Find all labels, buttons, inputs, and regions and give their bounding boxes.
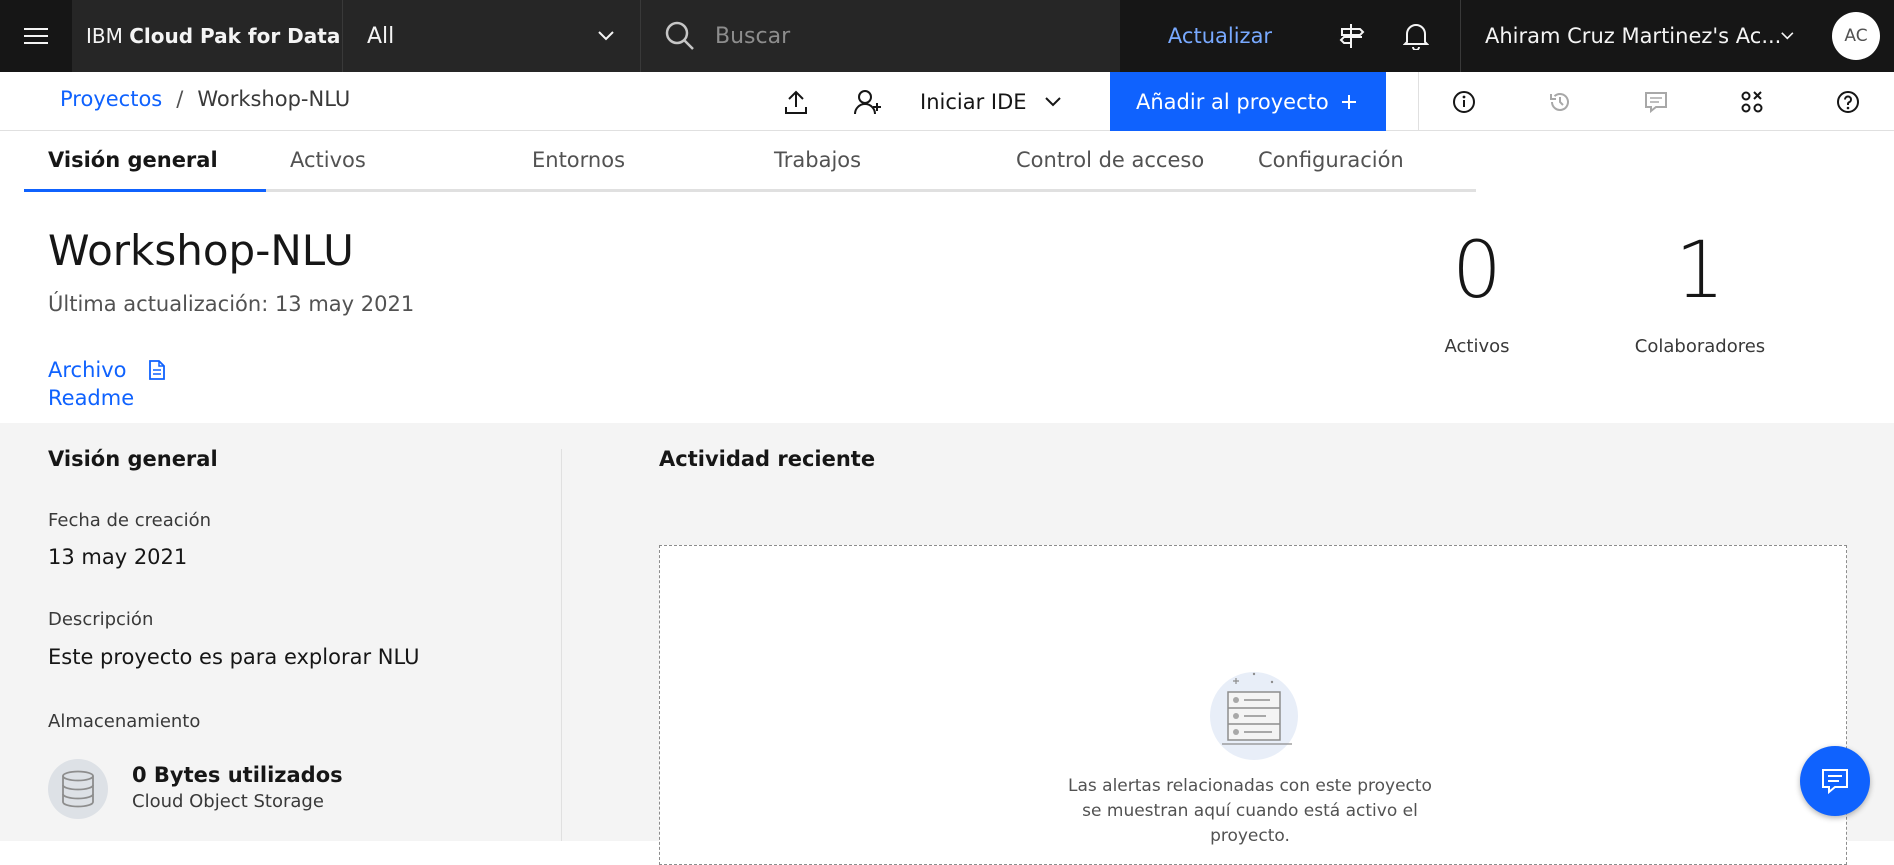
comment-icon [1645, 91, 1667, 113]
launch-ide-label: Iniciar IDE [920, 89, 1027, 114]
brand-prefix: IBM [86, 24, 123, 48]
readme-link[interactable]: Readme [48, 386, 134, 410]
tab-settings[interactable]: Configuración [1234, 131, 1476, 192]
info-icon [1453, 90, 1475, 113]
assets-count: 0 [1452, 226, 1502, 316]
created-date-label: Fecha de creación [48, 510, 212, 531]
recent-activity-empty-state: Las alertas relacionadas con este proyec… [659, 545, 1847, 865]
product-brand[interactable]: IBM Cloud Pak for Data [72, 0, 342, 72]
file-link[interactable]: Archivo [48, 358, 165, 382]
description-label: Descripción [48, 609, 154, 630]
apps-icon [1741, 90, 1763, 112]
history-button[interactable] [1524, 72, 1596, 131]
created-date-value: 13 may 2021 [48, 545, 188, 569]
avatar: AC [1832, 12, 1880, 60]
tab-access-control[interactable]: Control de acceso [992, 131, 1234, 192]
search-placeholder: Buscar [715, 23, 791, 49]
add-collaborator-button[interactable] [832, 72, 904, 131]
description-value: Este proyecto es para explorar NLU [48, 645, 420, 669]
launch-ide-dropdown[interactable]: Iniciar IDE [920, 72, 1061, 131]
chat-support-button[interactable] [1800, 746, 1870, 816]
assets-stat[interactable]: 0 Activos [1367, 226, 1587, 357]
project-tabs: Visión general Activos Entornos Trabajos… [24, 131, 1476, 192]
collaborators-stat[interactable]: 1 Colaboradores [1590, 226, 1810, 357]
file-link-label: Archivo [48, 358, 127, 382]
assets-stat-label: Activos [1444, 336, 1510, 357]
search-icon [665, 21, 694, 50]
add-to-project-label: Añadir al proyecto [1136, 89, 1329, 114]
empty-message-line-2: se muestran aquí cuando está activo el [1082, 801, 1418, 821]
menu-icon [24, 28, 48, 44]
project-toolbar: Proyectos / Workshop-NLU Iniciar IDE Aña… [0, 72, 1894, 131]
storage-type: Cloud Object Storage [132, 791, 324, 812]
upgrade-link[interactable]: Actualizar [1120, 0, 1320, 72]
hamburger-menu-button[interactable] [0, 0, 72, 72]
overview-heading: Visión general [48, 447, 218, 471]
breadcrumb-current: Workshop-NLU [197, 87, 351, 111]
toolbar-divider [1418, 72, 1419, 131]
document-icon [148, 360, 165, 380]
signpost-icon [1339, 24, 1365, 48]
chevron-down-icon [1044, 96, 1061, 106]
chevron-down-icon [1781, 32, 1794, 40]
empty-message-line-3: proyecto. [1210, 826, 1290, 846]
account-name: Ahiram Cruz Martinez's Ac... [1485, 24, 1782, 48]
empty-activity-message: Las alertas relacionadas con este proyec… [1040, 774, 1460, 849]
scope-dropdown[interactable]: All [342, 0, 640, 72]
breadcrumb-projects-link[interactable]: Proyectos [60, 87, 162, 111]
tab-jobs[interactable]: Trabajos [750, 131, 992, 192]
comments-button[interactable] [1620, 72, 1692, 131]
database-icon [62, 770, 94, 808]
empty-message-line-1: Las alertas relacionadas con este proyec… [1068, 776, 1432, 796]
user-avatar-button[interactable]: AC [1818, 0, 1894, 72]
breadcrumb: Proyectos / Workshop-NLU [60, 72, 350, 126]
brand-name: Cloud Pak for Data [129, 24, 341, 48]
tab-assets[interactable]: Activos [266, 131, 508, 192]
empty-activity-illustration [1210, 672, 1298, 760]
info-button[interactable] [1428, 72, 1500, 131]
top-navigation-bar: IBM Cloud Pak for Data All Buscar Actual… [0, 0, 1894, 72]
integrations-button[interactable] [1716, 72, 1788, 131]
notifications-button[interactable] [1384, 0, 1448, 72]
bell-icon [1403, 24, 1429, 50]
chat-icon [1822, 769, 1848, 795]
help-icon [1837, 90, 1859, 113]
user-add-icon [854, 89, 881, 114]
recent-activity-heading: Actividad reciente [659, 447, 876, 471]
add-to-project-button[interactable]: Añadir al proyecto [1110, 72, 1386, 131]
tab-overview[interactable]: Visión general [24, 131, 266, 192]
collaborators-count: 1 [1675, 226, 1725, 316]
account-switcher[interactable]: Ahiram Cruz Martinez's Ac... [1460, 0, 1818, 72]
upload-icon [785, 90, 807, 114]
last-updated-text: Última actualización: 13 may 2021 [48, 292, 415, 316]
help-button[interactable] [1812, 72, 1884, 131]
storage-label: Almacenamiento [48, 711, 201, 732]
signpost-button[interactable] [1320, 0, 1384, 72]
chevron-down-icon [598, 31, 614, 41]
storage-icon-wrap [48, 759, 108, 819]
storage-used: 0 Bytes utilizados [132, 763, 343, 787]
collaborators-stat-label: Colaboradores [1634, 336, 1766, 357]
upload-button[interactable] [760, 72, 832, 131]
plus-icon [1342, 94, 1356, 109]
history-icon [1550, 92, 1569, 111]
search-input[interactable]: Buscar [640, 0, 1120, 72]
page-title: Workshop-NLU [48, 226, 354, 275]
tab-environments[interactable]: Entornos [508, 131, 750, 192]
overview-panel: Visión general Fecha de creación 13 may … [0, 423, 1894, 865]
scope-selected-value: All [367, 23, 395, 49]
panel-divider [561, 449, 562, 841]
breadcrumb-separator: / [176, 87, 184, 111]
